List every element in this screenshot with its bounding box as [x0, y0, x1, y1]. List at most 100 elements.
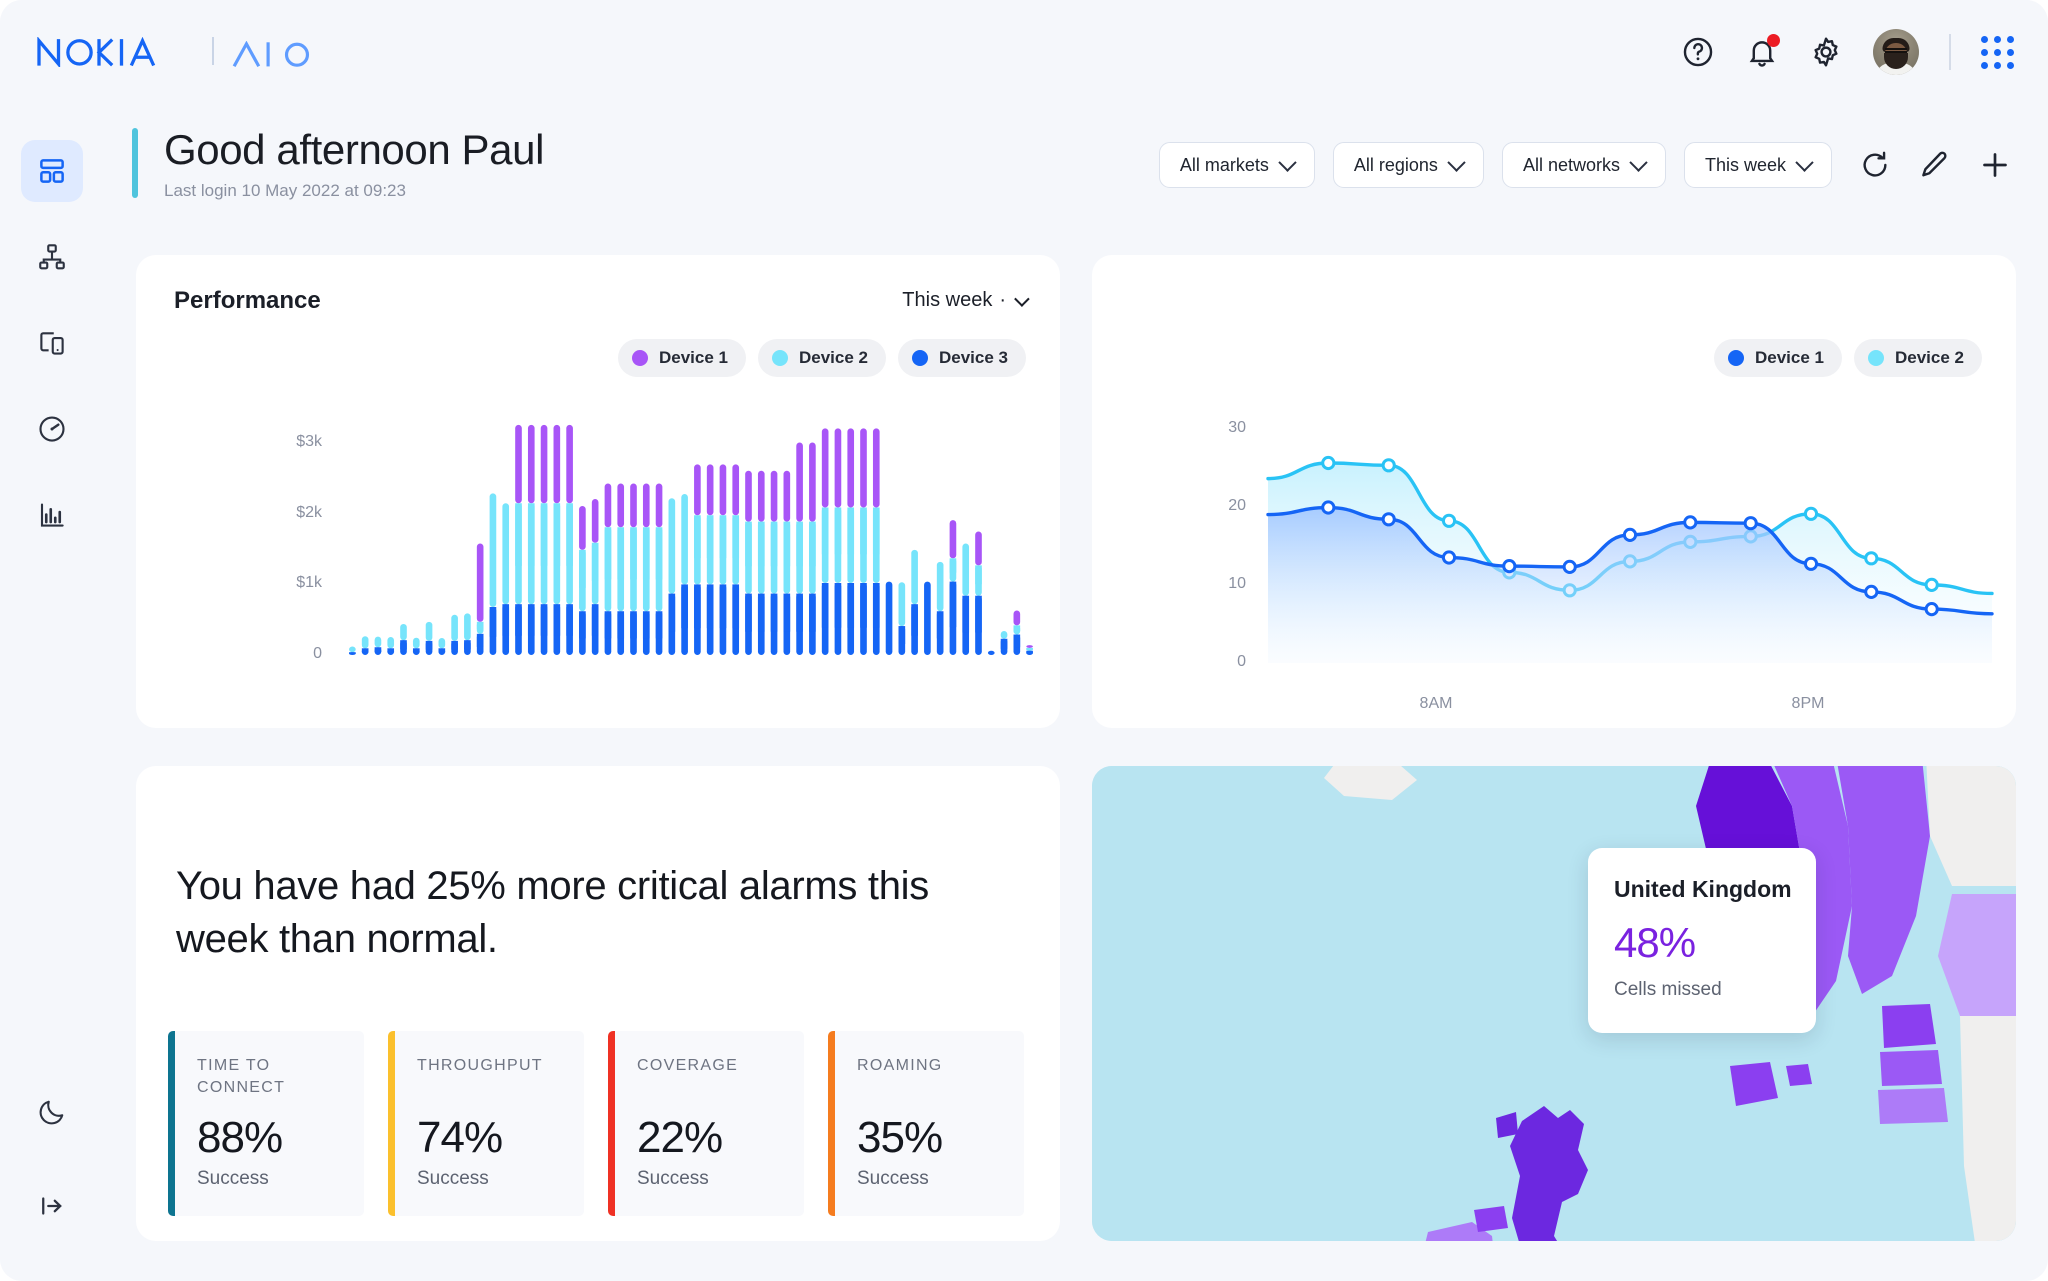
bar-segment — [757, 470, 765, 522]
app-grid-icon[interactable] — [1981, 35, 2014, 69]
line-data-point[interactable] — [1441, 513, 1457, 528]
bar-segment-join — [540, 604, 548, 636]
markets-filter-dropdown[interactable]: All markets — [1158, 142, 1315, 188]
line-data-point[interactable] — [1441, 550, 1457, 565]
kpi-tile[interactable]: ROAMING 35% Success — [828, 1031, 1024, 1216]
kpi-tile[interactable]: COVERAGE 22% Success — [608, 1031, 804, 1216]
bar-segment-join — [834, 507, 842, 555]
map-country-estonia[interactable] — [1882, 1004, 1936, 1048]
map-country-latvia[interactable] — [1880, 1050, 1942, 1086]
map-country-northern-ireland[interactable] — [1474, 1206, 1508, 1232]
bar-segment-join — [706, 515, 714, 559]
map-country-denmark-isles[interactable] — [1786, 1064, 1812, 1086]
kpi-sub-label: Success — [857, 1168, 929, 1189]
kpi-sub-label: Success — [197, 1168, 269, 1189]
sidebar-item-performance[interactable] — [21, 398, 83, 460]
bar-segment — [566, 424, 573, 504]
refresh-icon[interactable] — [1858, 148, 1892, 182]
bar-segment-join — [1000, 638, 1008, 649]
bar-segment-join — [400, 640, 407, 650]
line-data-point[interactable] — [1321, 455, 1336, 471]
settings-gear-icon[interactable] — [1809, 35, 1843, 69]
bar-segment-join — [642, 611, 650, 639]
period-filter-dropdown[interactable]: This week — [1683, 142, 1832, 188]
networks-filter-dropdown[interactable]: All networks — [1501, 142, 1666, 188]
brand-logo[interactable] — [36, 37, 325, 67]
line-data-point[interactable] — [1864, 584, 1879, 599]
bar-segment — [949, 520, 957, 559]
bar-segment — [732, 464, 740, 516]
bar-segment — [412, 637, 420, 649]
line-data-point[interactable] — [1924, 602, 1939, 617]
bar-segment — [451, 614, 458, 641]
chevron-down-icon — [1278, 152, 1297, 172]
moon-icon — [39, 1100, 64, 1125]
bar-segment — [872, 428, 880, 508]
line-data-point[interactable] — [1803, 506, 1819, 521]
bar-segment-join — [579, 549, 586, 588]
map-card[interactable] — [1092, 766, 2016, 1241]
line-data-point[interactable] — [1622, 527, 1638, 542]
notifications-icon[interactable] — [1745, 34, 1780, 69]
sidebar-item-topology[interactable] — [21, 226, 83, 288]
greeting-accent-bar — [132, 128, 138, 198]
logo-divider — [211, 37, 214, 65]
line-data-point[interactable] — [1562, 559, 1577, 574]
line-data-point[interactable] — [1743, 516, 1758, 531]
sidebar-item-devices[interactable] — [21, 312, 83, 374]
bar-segment — [681, 494, 688, 585]
regions-filter-dropdown[interactable]: All regions — [1332, 142, 1484, 188]
line-data-point[interactable] — [1381, 458, 1396, 473]
bar-segment — [1000, 631, 1008, 639]
kpi-value: 22% — [637, 1113, 723, 1162]
bar-segment — [387, 637, 395, 649]
bar-segment — [438, 638, 446, 649]
bar-segment-join — [796, 521, 803, 567]
help-icon[interactable] — [1681, 35, 1715, 69]
bar-segment-join — [719, 515, 727, 559]
line-data-point[interactable] — [1924, 577, 1939, 592]
sidebar-item-dark-mode[interactable] — [21, 1081, 83, 1143]
line-data-point[interactable] — [1381, 512, 1396, 527]
kpi-tile[interactable]: TIME TO CONNECT 88% Success — [168, 1031, 364, 1216]
line-data-point[interactable] — [1864, 551, 1879, 566]
line-data-point[interactable] — [1502, 559, 1517, 574]
bar-segment-join — [425, 640, 433, 650]
bar-segment — [617, 483, 625, 528]
performance-card: Performance This week · Device 1 Device … — [136, 255, 1060, 728]
bar-segment-join — [745, 521, 752, 567]
line-data-point[interactable] — [1803, 556, 1819, 571]
bar-segment-join — [732, 515, 740, 559]
bar-chart — [349, 424, 1033, 655]
period-filter-label: This week — [1704, 154, 1786, 175]
filter-toolbar: All markets All regions All networks Thi… — [1158, 128, 2012, 188]
bar-segment — [770, 470, 778, 522]
dashboard-icon — [40, 159, 64, 183]
bar-segment — [796, 442, 803, 522]
bar-segment — [745, 470, 752, 522]
kpi-tile[interactable]: THROUGHPUT 74% Success — [388, 1031, 584, 1216]
bar-segment-join — [860, 583, 867, 628]
bar-segment-join — [770, 593, 778, 632]
nokia-wordmark-icon — [37, 37, 156, 67]
bar-segment-join — [911, 604, 918, 636]
bar-segment-join — [809, 593, 816, 632]
sidebar-item-analytics[interactable] — [21, 484, 83, 546]
line-data-point[interactable] — [1683, 515, 1698, 530]
bar-segment-join — [694, 584, 701, 629]
line-data-point[interactable] — [1321, 500, 1336, 515]
europe-choropleth-map[interactable] — [1092, 766, 2016, 1241]
bar-segment — [962, 543, 970, 596]
edit-pencil-icon[interactable] — [1918, 148, 1952, 182]
bar-segment-join — [783, 521, 791, 567]
add-plus-icon[interactable] — [1978, 148, 2012, 182]
sidebar-item-dashboard[interactable] — [21, 140, 83, 202]
bar-chart-icon — [40, 503, 64, 527]
bar-segment-join — [553, 604, 561, 636]
map-country-lithuania[interactable] — [1878, 1088, 1948, 1124]
sidebar-item-collapse[interactable] — [21, 1175, 83, 1237]
bar-segment-join — [374, 647, 382, 653]
bar-segment-join — [604, 611, 612, 639]
avatar[interactable] — [1873, 29, 1919, 75]
bar-segment — [425, 621, 433, 641]
